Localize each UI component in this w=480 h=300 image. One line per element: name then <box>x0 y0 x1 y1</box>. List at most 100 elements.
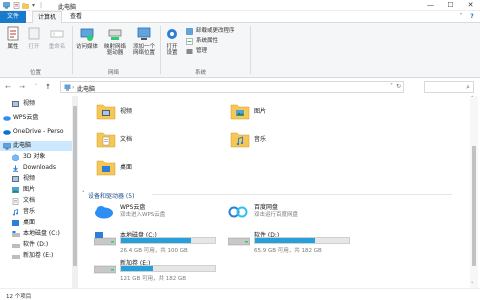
device-baidu-netdisk[interactable]: 百度网盘 双击运行百度网盘 <box>228 202 358 228</box>
address-dropdown-icon[interactable]: ˅ <box>390 83 393 90</box>
properties-button[interactable]: 属性 <box>3 26 23 50</box>
recent-locations-icon[interactable]: ˅ <box>32 83 40 91</box>
nav-item-label: 此电脑 <box>13 142 32 149</box>
path-separator: › <box>72 84 75 91</box>
device-drive-e[interactable]: 新加卷 (E:) 121 GB 可用，共 182 GB <box>94 258 224 284</box>
new-folder-quick-icon[interactable] <box>22 2 29 9</box>
forward-button[interactable]: → <box>18 83 26 91</box>
cloud-icon <box>3 116 11 121</box>
nav-scrollbar-thumb[interactable] <box>73 106 77 266</box>
search-input[interactable]: ⌕ <box>424 81 474 93</box>
folder-pictures[interactable]: 图片 <box>230 102 350 122</box>
close-button[interactable]: ✕ <box>466 1 475 10</box>
folder-documents[interactable]: 文档 <box>96 130 216 150</box>
nav-item-documents[interactable]: 文档 <box>0 196 76 206</box>
maximize-button[interactable]: ☐ <box>446 1 455 10</box>
manage-icon <box>186 49 193 54</box>
computer-icon <box>3 2 10 9</box>
folder-music[interactable]: 音乐 <box>230 130 350 150</box>
nav-item-desktop[interactable]: 桌面 <box>0 218 76 228</box>
address-bar[interactable]: › 此电脑 ˅ ↻ <box>60 81 404 93</box>
folder-desktop[interactable]: 桌面 <box>96 158 216 178</box>
properties-quick-icon[interactable] <box>13 2 20 9</box>
rename-button[interactable]: 重命名 <box>45 26 69 50</box>
capacity-fill <box>255 238 316 243</box>
nav-item-label: 文档 <box>23 197 36 204</box>
nav-item-videos-2[interactable]: 视频 <box>0 174 76 184</box>
system-properties-button[interactable]: 系统属性 <box>186 37 218 45</box>
nav-item-drive-c[interactable]: 本地磁盘 (C:) <box>0 229 76 239</box>
status-bar: 12 个项目 <box>0 288 480 300</box>
window-title: 此电脑 <box>58 4 77 11</box>
drive-icon <box>12 244 20 248</box>
nav-item-label: 新加卷 (E:) <box>23 252 54 259</box>
section-divider <box>152 194 452 195</box>
nav-item-this-pc[interactable]: 此电脑 <box>0 141 76 151</box>
folder-label: 桌面 <box>120 164 133 171</box>
3d-objects-icon <box>12 154 19 161</box>
device-drive-d[interactable]: 软件 (D:) 65.9 GB 可用，共 182 GB <box>228 230 358 256</box>
capacity-text: 26.4 GB 可用，共 100 GB <box>120 248 188 254</box>
network-drive-icon <box>108 29 122 40</box>
help-icon[interactable]: ? <box>468 13 476 21</box>
open-settings-button[interactable]: 打开 设置 <box>162 26 182 56</box>
section-collapse-icon[interactable]: ˅ <box>82 191 85 197</box>
refresh-icon[interactable]: ↻ <box>396 83 401 90</box>
nav-item-3d-objects[interactable]: 3D 对象 <box>0 152 76 162</box>
nav-item-wps-cloud[interactable]: WPS云盘 <box>0 113 76 123</box>
minimize-button[interactable]: — <box>426 1 435 10</box>
nav-item-label: 视频 <box>23 100 36 107</box>
access-media-button[interactable]: 访问媒体 <box>74 26 100 50</box>
device-drive-c[interactable]: 本地磁盘 (C:) 26.4 GB 可用，共 100 GB <box>94 230 224 256</box>
documents-icon <box>12 198 19 205</box>
system-properties-icon <box>186 38 193 45</box>
ribbon: 属性 打开 重命名 位置 访问媒体 映射网络 驱动器 添加一个 网络位置 网络 … <box>0 23 480 78</box>
system-drive-icon <box>94 232 116 246</box>
device-wps-cloud[interactable]: WPS云盘 双击进入WPS云盘 <box>94 202 224 228</box>
computer-icon <box>3 143 11 150</box>
video-folder-icon <box>12 176 19 182</box>
ribbon-expand-icon[interactable]: ˅ <box>457 13 465 21</box>
nav-item-downloads[interactable]: Downloads <box>0 163 76 173</box>
computer-icon <box>64 84 71 91</box>
properties-icon <box>7 26 19 41</box>
quick-access-dropdown-icon[interactable]: ▾ <box>32 2 39 9</box>
content-pane: 视频 图片 文档 音乐 桌面 ˅ 设备和驱动器 (5) WPS云盘 双击进入WP… <box>82 96 470 288</box>
capacity-fill <box>121 266 153 271</box>
scroll-up-icon[interactable]: ˄ <box>471 96 474 102</box>
nav-item-pictures[interactable]: 图片 <box>0 185 76 195</box>
nav-item-label: Downloads <box>23 164 56 171</box>
properties-label: 属性 <box>7 44 19 50</box>
map-network-drive-button[interactable]: 映射网络 驱动器 <box>101 26 129 56</box>
drive-icon <box>228 237 250 246</box>
address-path: 此电脑 <box>77 86 96 93</box>
nav-item-drive-d[interactable]: 软件 (D:) <box>0 240 76 250</box>
uninstall-label: 卸载或更改程序 <box>196 28 235 34</box>
nav-item-music[interactable]: 音乐 <box>0 207 76 217</box>
uninstall-program-button[interactable]: 卸载或更改程序 <box>186 27 235 35</box>
tab-view[interactable]: 查看 <box>66 11 86 23</box>
back-button[interactable]: ← <box>4 83 12 91</box>
nav-item-drive-e[interactable]: 新加卷 (E:) <box>0 251 76 261</box>
content-scrollbar-thumb[interactable] <box>472 146 476 266</box>
add-network-location-button[interactable]: 添加一个 网络位置 <box>130 26 158 56</box>
drive-icon <box>94 265 116 274</box>
nav-item-label: 桌面 <box>23 219 36 226</box>
folder-videos[interactable]: 视频 <box>96 102 216 122</box>
pictures-folder-icon <box>230 104 250 120</box>
add-location-label-2: 网络位置 <box>132 50 155 56</box>
devices-section-header[interactable]: 设备和驱动器 (5) <box>88 191 134 200</box>
nav-item-onedrive[interactable]: OneDrive - Perso <box>0 127 76 137</box>
onedrive-icon <box>3 130 11 135</box>
open-icon <box>28 27 40 40</box>
open-button[interactable]: 打开 <box>24 26 44 50</box>
tab-file[interactable]: 文件 <box>0 11 26 23</box>
video-folder-icon <box>12 101 19 107</box>
music-folder-icon <box>230 132 250 148</box>
network-location-icon <box>137 27 151 40</box>
up-button[interactable]: ↑ <box>44 83 52 91</box>
desktop-icon <box>12 220 19 226</box>
nav-item-videos[interactable]: 视频 <box>0 99 76 109</box>
nav-item-label: OneDrive - Perso <box>13 128 64 135</box>
manage-button[interactable]: 管理 <box>186 47 207 55</box>
